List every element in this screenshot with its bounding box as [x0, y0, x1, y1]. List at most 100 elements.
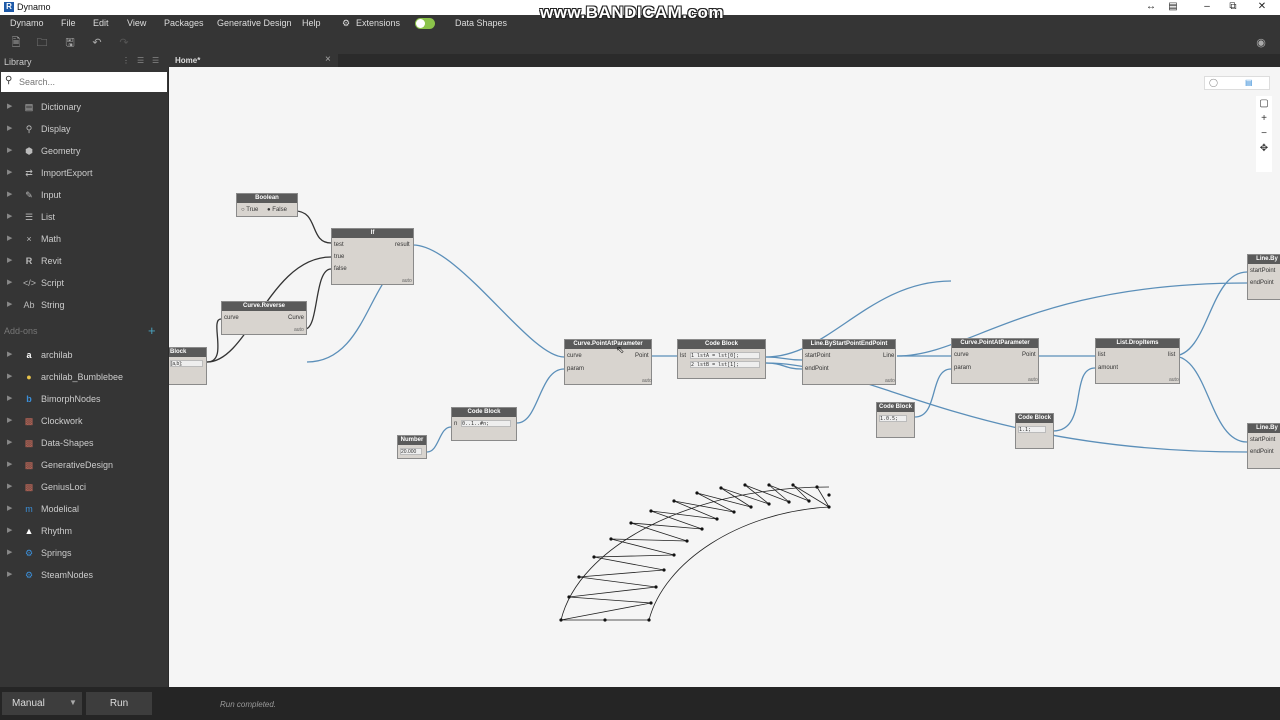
expand-arrow-icon[interactable]: ▶: [7, 212, 12, 220]
menu-dynamo[interactable]: Dynamo: [10, 18, 44, 28]
code-line-2[interactable]: 2 lstB = lst[1];: [690, 361, 760, 368]
addon-item-data-shapes[interactable]: ▶ ▩ Data-Shapes: [0, 432, 168, 454]
library-filter-icon[interactable]: ⋮: [122, 56, 130, 65]
graph-view-icon[interactable]: ▤: [1245, 78, 1253, 87]
redo-icon[interactable]: ↷: [118, 37, 130, 49]
fullscreen-icon[interactable]: ▤: [1163, 1, 1183, 13]
zoom-in-icon[interactable]: +: [1256, 111, 1272, 126]
expand-arrow-icon[interactable]: ▶: [7, 190, 12, 198]
expand-arrow-icon[interactable]: ▶: [7, 438, 12, 446]
input-port-start-point[interactable]: startPoint: [1250, 268, 1275, 274]
new-file-icon[interactable]: 🗎: [10, 37, 22, 49]
number-node[interactable]: Number 20.000: [397, 435, 427, 459]
input-port-amount[interactable]: amount: [1098, 365, 1118, 371]
input-port-start-point[interactable]: startPoint: [1250, 437, 1275, 443]
output-port-result[interactable]: result: [395, 242, 410, 248]
close-icon[interactable]: ✕: [1252, 1, 1272, 13]
input-port-curve[interactable]: curve: [954, 352, 969, 358]
zoom-out-icon[interactable]: −: [1256, 126, 1272, 141]
menu-data-shapes[interactable]: Data Shapes: [455, 18, 507, 28]
line-by-node-right-bottom[interactable]: Line.By startPoint endPoint: [1247, 423, 1280, 469]
expand-arrow-icon[interactable]: ▶: [7, 504, 12, 512]
run-button[interactable]: Run: [86, 692, 152, 715]
radio-true[interactable]: ○ True: [241, 207, 258, 213]
expand-arrow-icon[interactable]: ▶: [7, 300, 12, 308]
menu-view[interactable]: View: [127, 18, 146, 28]
expand-arrow-icon[interactable]: ▶: [7, 168, 12, 176]
expand-arrow-icon[interactable]: ▶: [7, 234, 12, 242]
restore-arrows-icon[interactable]: ↔: [1141, 1, 1161, 13]
addon-item-modelical[interactable]: ▶ m Modelical: [0, 498, 168, 520]
library-item-geometry[interactable]: ▶ ⬢ Geometry: [0, 140, 168, 162]
input-port-list[interactable]: list: [1098, 352, 1105, 358]
addon-item-springs[interactable]: ▶ ⚙ Springs: [0, 542, 168, 564]
input-port-start-point[interactable]: startPoint: [805, 353, 830, 359]
library-item-importexport[interactable]: ▶ ⇄ ImportExport: [0, 162, 168, 184]
expand-arrow-icon[interactable]: ▶: [7, 482, 12, 490]
code-block-range-node[interactable]: Code Block n 0..1..#n;: [451, 407, 517, 441]
library-menu-icon[interactable]: ☰: [152, 56, 159, 65]
line-by-node-right-top[interactable]: Line.By startPoint endPoint: [1247, 254, 1280, 300]
code-block-node[interactable]: Code Block lst 1 lstA = lst[0]; 2 lstB =…: [677, 339, 766, 379]
output-port-point[interactable]: Point: [635, 353, 649, 359]
addon-item-rhythm[interactable]: ▶ ▲ Rhythm: [0, 520, 168, 542]
undo-icon[interactable]: ↶: [91, 37, 103, 49]
input-port-true[interactable]: true: [334, 254, 344, 260]
addon-item-steamnodes[interactable]: ▶ ⚙ SteamNodes: [0, 564, 168, 586]
expand-arrow-icon[interactable]: ▶: [7, 278, 12, 286]
code-editor[interactable]: 0..1..#n;: [461, 420, 511, 427]
expand-arrow-icon[interactable]: ▶: [7, 570, 12, 578]
library-item-math[interactable]: ▶ × Math: [0, 228, 168, 250]
extensions-gear-icon[interactable]: ⚙: [342, 18, 350, 29]
view-toggle[interactable]: ◯ ▤: [1204, 76, 1270, 90]
input-port-test[interactable]: test: [334, 242, 344, 248]
boolean-node[interactable]: Boolean ○ True ● False: [236, 193, 298, 217]
input-port-n[interactable]: n: [454, 421, 457, 427]
tab-home[interactable]: Home* ×: [168, 54, 338, 67]
library-item-dictionary[interactable]: ▶ ▤ Dictionary: [0, 96, 168, 118]
expand-arrow-icon[interactable]: ▶: [7, 124, 12, 132]
open-folder-icon[interactable]: 🗀: [36, 37, 48, 49]
input-port-curve[interactable]: curve: [224, 315, 239, 321]
list-drop-items-node[interactable]: List.DropItems list amount list auto: [1095, 338, 1180, 384]
input-port-false[interactable]: false: [334, 266, 347, 272]
expand-arrow-icon[interactable]: ▶: [7, 372, 12, 380]
output-port-list[interactable]: list: [1168, 352, 1175, 358]
add-package-icon[interactable]: +: [148, 323, 156, 338]
input-port-lst[interactable]: lst: [680, 353, 686, 359]
input-port-end-point[interactable]: endPoint: [1250, 449, 1274, 455]
if-node[interactable]: If test true false result auto: [331, 228, 414, 285]
expand-arrow-icon[interactable]: ▶: [7, 460, 12, 468]
geometry-view-icon[interactable]: ◯: [1209, 78, 1218, 87]
menu-help[interactable]: Help: [302, 18, 321, 28]
number-input[interactable]: 20.000: [400, 448, 422, 455]
menu-generative-design[interactable]: Generative Design: [217, 18, 292, 28]
library-layout-icon[interactable]: ☰: [137, 56, 144, 65]
addon-item-archilab-bumblebee[interactable]: ▶ ● archilab_Bumblebee: [0, 366, 168, 388]
menu-packages[interactable]: Packages: [164, 18, 204, 28]
radio-false[interactable]: ● False: [267, 207, 287, 213]
camera-icon[interactable]: ◉: [1255, 37, 1267, 49]
expand-arrow-icon[interactable]: ▶: [7, 350, 12, 358]
run-toggle-switch[interactable]: [415, 18, 435, 29]
addon-item-geniusloci[interactable]: ▶ ▩ GeniusLoci: [0, 476, 168, 498]
run-mode-dropdown[interactable]: Manual ▼: [2, 692, 82, 715]
zoom-fit-icon[interactable]: ▢: [1256, 96, 1272, 111]
library-item-list[interactable]: ▶ ☰ List: [0, 206, 168, 228]
library-item-display[interactable]: ▶ ⚲ Display: [0, 118, 168, 140]
library-search-input[interactable]: [19, 75, 159, 89]
input-port-end-point[interactable]: endPoint: [1250, 280, 1274, 286]
menu-file[interactable]: File: [61, 18, 76, 28]
code-block-node-partial[interactable]: Block [a,b];: [169, 347, 207, 385]
maximize-icon[interactable]: ⧉: [1223, 1, 1243, 13]
expand-arrow-icon[interactable]: ▶: [7, 102, 12, 110]
save-icon[interactable]: 🖫: [64, 37, 76, 49]
addon-item-archilab[interactable]: ▶ a archilab: [0, 344, 168, 366]
expand-arrow-icon[interactable]: ▶: [7, 548, 12, 556]
code-line-1[interactable]: 1 lstA = lst[0];: [690, 352, 760, 359]
expand-arrow-icon[interactable]: ▶: [7, 526, 12, 534]
library-search-box[interactable]: ⚲: [1, 72, 167, 92]
code-block-amount-node[interactable]: Code Block 1.1;: [1015, 413, 1054, 449]
menu-extensions[interactable]: Extensions: [356, 18, 400, 28]
output-port-point[interactable]: Point: [1022, 352, 1036, 358]
